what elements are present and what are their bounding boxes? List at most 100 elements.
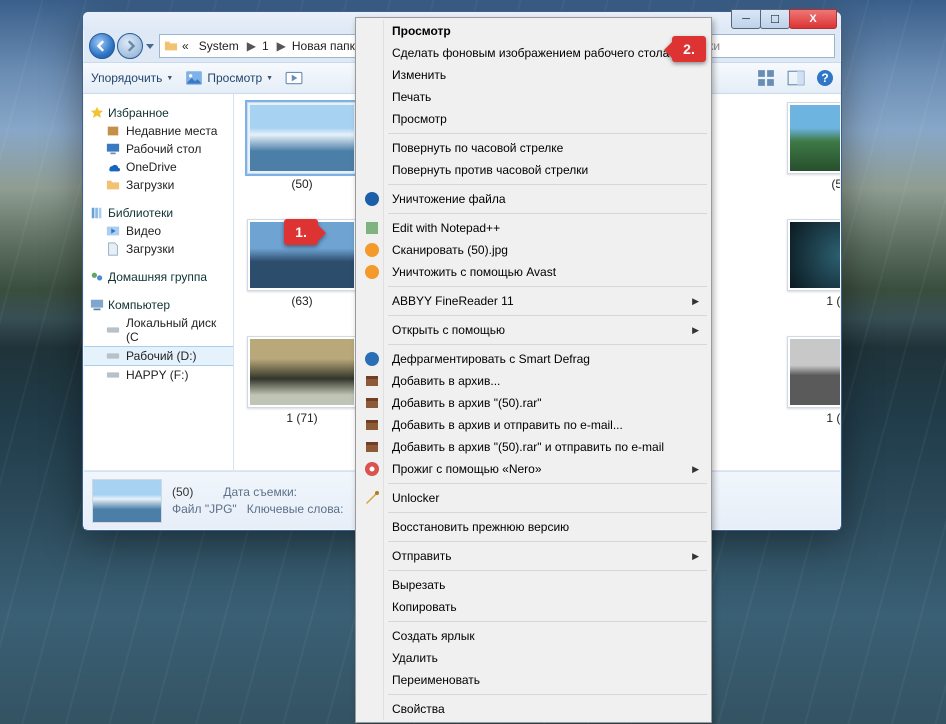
sidebar-item-downloads[interactable]: Загрузки <box>84 176 233 194</box>
sidebar-item-onedrive[interactable]: OneDrive <box>84 158 233 176</box>
close-button[interactable]: X <box>789 9 837 29</box>
notepadpp-icon <box>364 220 380 236</box>
window-buttons: ─ ☐ X <box>732 9 837 29</box>
sidebar-item-desktop[interactable]: Рабочий стол <box>84 140 233 158</box>
details-thumbnail <box>92 479 162 523</box>
menu-item[interactable]: Просмотр <box>358 20 709 42</box>
menu-separator <box>388 621 707 622</box>
menu-item[interactable]: Печать <box>358 86 709 108</box>
menu-item[interactable]: Отправить▶ <box>358 545 709 567</box>
breadcrumb-part[interactable]: 1 <box>258 35 275 57</box>
menu-item[interactable]: Вырезать <box>358 574 709 596</box>
menu-label: Просмотр <box>392 24 451 38</box>
menu-label: Уничтожить с помощью Avast <box>392 265 556 279</box>
callout-1: 1. <box>284 219 318 245</box>
organize-button[interactable]: Упорядочить▼ <box>91 71 173 85</box>
thumbnail[interactable]: 1 (70) <box>782 219 840 308</box>
forward-button[interactable] <box>117 33 143 59</box>
menu-label: Удалить <box>392 651 438 665</box>
breadcrumb-part[interactable]: System <box>195 35 245 57</box>
onedrive-icon <box>106 160 120 174</box>
details-name: (50) <box>172 485 193 499</box>
sidebar-item-drive-f[interactable]: HAPPY (F:) <box>84 366 233 384</box>
menu-item[interactable]: Переименовать <box>358 669 709 691</box>
thumbnail-selected[interactable]: (50) <box>242 102 362 191</box>
navigation-pane: Избранное Недавние места Рабочий стол On… <box>84 94 234 470</box>
menu-item[interactable]: Просмотр <box>358 108 709 130</box>
menu-item[interactable]: Повернуть по часовой стрелке <box>358 137 709 159</box>
menu-separator <box>388 570 707 571</box>
menu-item[interactable]: Добавить в архив и отправить по e-mail..… <box>358 414 709 436</box>
menu-item[interactable]: Добавить в архив... <box>358 370 709 392</box>
maximize-button[interactable]: ☐ <box>760 9 790 29</box>
menu-item[interactable]: Уничтожение файла <box>358 188 709 210</box>
help-button[interactable]: ? <box>817 70 833 86</box>
menu-item[interactable]: Добавить в архив "(50).rar" <box>358 392 709 414</box>
menu-label: Свойства <box>392 702 445 716</box>
preview-pane-icon[interactable] <box>787 69 805 87</box>
menu-item[interactable]: Добавить в архив "(50).rar" и отправить … <box>358 436 709 458</box>
menu-item[interactable]: ABBYY FineReader 11▶ <box>358 290 709 312</box>
menu-separator <box>388 694 707 695</box>
favorites-header[interactable]: Избранное <box>84 104 233 122</box>
sidebar-item-recent[interactable]: Недавние места <box>84 122 233 140</box>
menu-item[interactable]: Изменить <box>358 64 709 86</box>
libraries-header[interactable]: Библиотеки <box>84 204 233 222</box>
menu-item[interactable]: Сканировать (50).jpg <box>358 239 709 261</box>
menu-item[interactable]: Копировать <box>358 596 709 618</box>
menu-item[interactable]: Повернуть против часовой стрелки <box>358 159 709 181</box>
menu-item[interactable]: Unlocker <box>358 487 709 509</box>
view-button[interactable]: Просмотр▼ <box>185 69 273 87</box>
menu-label: Вырезать <box>392 578 445 592</box>
thumbnail-label: (63) <box>291 294 312 308</box>
menu-item[interactable]: Дефрагментировать с Smart Defrag <box>358 348 709 370</box>
menu-item[interactable]: Уничтожить с помощью Avast <box>358 261 709 283</box>
menu-label: Отправить <box>392 549 452 563</box>
computer-header[interactable]: Компьютер <box>84 296 233 314</box>
homegroup-header[interactable]: Домашняя группа <box>84 268 233 286</box>
thumbnail[interactable]: (58) <box>782 102 840 191</box>
help-icon: ? <box>821 71 828 85</box>
video-icon <box>106 224 120 238</box>
context-menu: Просмотр Сделать фоновым изображением ра… <box>355 17 712 723</box>
computer-icon <box>90 298 104 312</box>
slideshow-button[interactable] <box>285 69 303 87</box>
sidebar-item-downloads2[interactable]: Загрузки <box>84 240 233 258</box>
homegroup-label: Домашняя группа <box>108 270 207 284</box>
menu-separator <box>388 286 707 287</box>
menu-label: Добавить в архив "(50).rar" <box>392 396 542 410</box>
menu-label: Добавить в архив... <box>392 374 500 388</box>
thumbnail[interactable]: 1 (71) <box>242 336 362 425</box>
history-dropdown-icon[interactable] <box>145 41 155 51</box>
slideshow-icon <box>285 69 303 87</box>
menu-label: ABBYY FineReader 11 <box>392 294 514 308</box>
menu-item[interactable]: Edit with Notepad++ <box>358 217 709 239</box>
close-icon: X <box>809 13 816 25</box>
chevron-down-icon: ▼ <box>166 75 173 82</box>
blue-orb-icon <box>364 191 380 207</box>
thumbnail-label: (50) <box>291 177 312 191</box>
navigation-buttons <box>89 33 155 59</box>
back-button[interactable] <box>89 33 115 59</box>
sidebar-item-video[interactable]: Видео <box>84 222 233 240</box>
chevron-down-icon: ▼ <box>266 75 273 82</box>
thumbnail[interactable]: 1 (90) <box>782 336 840 425</box>
item-label: Локальный диск (C <box>126 316 227 344</box>
menu-item[interactable]: Открыть с помощью▶ <box>358 319 709 341</box>
callout-2-label: 2. <box>672 36 706 62</box>
submenu-arrow-icon: ▶ <box>692 325 699 336</box>
homegroup-icon <box>90 270 104 284</box>
sidebar-item-drive-c[interactable]: Локальный диск (C <box>84 314 233 346</box>
sidebar-item-drive-d[interactable]: Рабочий (D:) <box>84 346 233 366</box>
minimize-button[interactable]: ─ <box>731 9 761 29</box>
menu-item[interactable]: Восстановить прежнюю версию <box>358 516 709 538</box>
view-options-icon[interactable] <box>757 69 775 87</box>
menu-label: Добавить в архив "(50).rar" и отправить … <box>392 440 664 454</box>
menu-item[interactable]: Удалить <box>358 647 709 669</box>
unlocker-icon <box>364 490 380 506</box>
menu-item[interactable]: Прожиг с помощью «Nero»▶ <box>358 458 709 480</box>
minimize-icon: ─ <box>742 13 750 25</box>
menu-item[interactable]: Создать ярлык <box>358 625 709 647</box>
menu-label: Восстановить прежнюю версию <box>392 520 569 534</box>
menu-item[interactable]: Свойства <box>358 698 709 720</box>
